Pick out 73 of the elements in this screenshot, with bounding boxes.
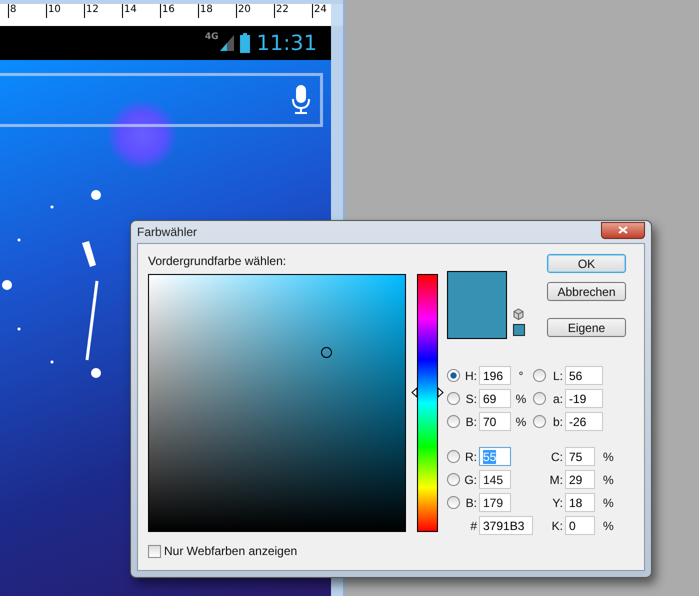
field-label: Y: (551, 496, 564, 510)
hash-label: # (469, 518, 478, 532)
window-title: Farbwähler (137, 225, 198, 239)
field-label: B: (464, 414, 478, 428)
field-label: H: (464, 368, 478, 382)
ruler-label: 16 (160, 4, 198, 18)
ruler-label: 24 (312, 4, 350, 18)
unit-label: ° (518, 368, 524, 382)
field-label: L: (552, 368, 564, 382)
field-label: a: (552, 392, 564, 406)
input-field[interactable]: 29 (565, 470, 595, 489)
ruler-label: 22 (274, 4, 312, 18)
color-field[interactable] (148, 274, 406, 532)
unit-label: % (603, 496, 615, 510)
input-field[interactable]: 69 (479, 389, 511, 408)
ruler-label: 18 (198, 4, 236, 18)
prompt-label: Vordergrundfarbe wählen: (148, 254, 288, 268)
radio-button[interactable] (533, 415, 546, 428)
hue-slider-thumb[interactable] (411, 386, 444, 398)
field-label: M: (548, 472, 564, 486)
radio-button[interactable] (533, 392, 546, 405)
dialog-button[interactable]: OK (547, 254, 626, 273)
radio-button[interactable] (533, 369, 546, 382)
dialog-button[interactable]: Abbrechen (547, 282, 626, 301)
dialog-button[interactable]: Eigene (547, 318, 626, 337)
battery-icon (240, 33, 250, 53)
input-field[interactable]: 56 (565, 366, 603, 385)
unit-label: % (514, 414, 528, 428)
input-field[interactable]: 145 (479, 470, 511, 489)
field-label: S: (464, 392, 478, 406)
input-field[interactable]: -26 (565, 412, 603, 431)
field-label: C: (550, 450, 564, 464)
ruler-label: 14 (122, 4, 160, 18)
input-field[interactable]: 179 (479, 493, 511, 512)
unit-label: % (514, 392, 528, 406)
field-label: G: (463, 472, 478, 486)
unit-label: % (603, 518, 615, 532)
radio-button[interactable] (447, 415, 460, 428)
radio-button[interactable] (447, 392, 460, 405)
close-icon (618, 226, 628, 234)
unit-label: % (603, 472, 615, 486)
clock-time: 11:31 (256, 31, 317, 55)
radio-button[interactable] (447, 473, 460, 486)
input-field[interactable]: 0 (565, 516, 595, 535)
radio-button[interactable] (447, 496, 460, 509)
web-color-swatch (513, 324, 525, 336)
hex-field[interactable]: 3791B3 (479, 516, 533, 535)
input-field[interactable]: 75 (565, 447, 595, 466)
input-field[interactable]: -19 (565, 389, 603, 408)
color-swatch (447, 271, 507, 339)
cube-icon (513, 308, 524, 320)
ruler-label: 8 (8, 4, 46, 18)
ruler-label: 20 (236, 4, 274, 18)
ruler-label: 12 (84, 4, 122, 18)
field-label: b: (552, 414, 564, 428)
field-label: B: (464, 496, 478, 510)
input-field[interactable]: 196 (479, 366, 511, 385)
field-label: K: (550, 518, 564, 532)
unit-label: % (603, 450, 615, 464)
radio-button[interactable] (447, 450, 460, 463)
search-bar[interactable] (0, 73, 323, 127)
input-field[interactable]: 18 (565, 493, 595, 512)
field-label: R: (464, 450, 478, 464)
radio-button[interactable] (447, 369, 460, 382)
close-button[interactable] (601, 222, 645, 238)
signal-icon (220, 35, 234, 51)
color-marker[interactable] (320, 346, 332, 358)
checkbox[interactable] (148, 544, 161, 558)
microphone-icon (292, 85, 310, 115)
input-field[interactable]: 70 (479, 412, 511, 431)
network-label: 4G (204, 32, 218, 42)
ruler-label: 10 (46, 4, 84, 18)
checkbox-label: Nur Webfarben anzeigen (164, 544, 298, 558)
